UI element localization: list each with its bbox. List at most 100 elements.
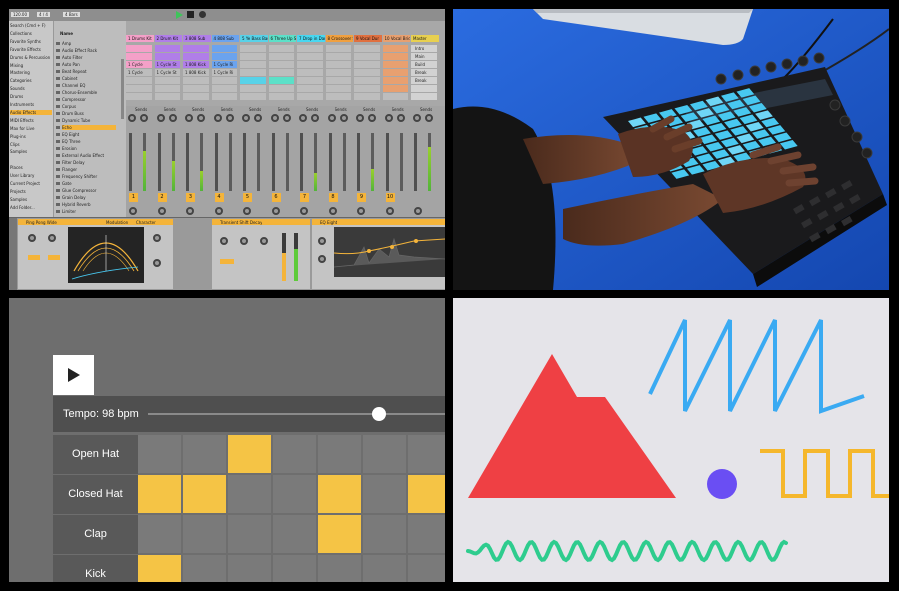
send-knob-icon[interactable] — [225, 114, 234, 122]
clip-slot[interactable] — [268, 61, 294, 68]
clip-slot[interactable] — [354, 85, 380, 92]
transport-field[interactable]: 4 / 4 — [37, 12, 50, 17]
clip-slot[interactable] — [382, 85, 408, 92]
scene-label[interactable]: Build — [415, 62, 425, 67]
knob-icon[interactable] — [260, 237, 268, 245]
browser-item[interactable]: Projects — [10, 189, 52, 194]
clip-slot[interactable] — [354, 93, 380, 100]
clip-slot[interactable] — [297, 45, 323, 52]
browser-item[interactable]: Search (Cmd + F) — [10, 23, 52, 28]
file-item[interactable]: Flanger — [62, 167, 116, 172]
track-activator[interactable]: 5 — [243, 193, 252, 202]
clip-slot[interactable] — [240, 53, 266, 60]
tempo-slider-track[interactable] — [148, 413, 445, 415]
browser-item[interactable]: MIDI Effects — [10, 118, 52, 123]
sequencer-step[interactable] — [228, 515, 271, 553]
file-item[interactable]: Auto Pan — [62, 62, 116, 67]
clip-slot[interactable] — [382, 77, 408, 84]
file-item[interactable]: Filter Delay — [62, 160, 116, 165]
sequencer-step[interactable] — [138, 555, 181, 582]
pan-knob-icon[interactable] — [214, 207, 223, 215]
browser-item[interactable]: Collections — [10, 31, 52, 36]
clip-slot[interactable] — [297, 93, 323, 100]
file-item[interactable]: Amp — [62, 41, 116, 46]
volume-fader[interactable] — [300, 133, 303, 191]
clip-slot[interactable] — [354, 61, 380, 68]
tempo-slider-thumb[interactable] — [371, 407, 386, 421]
send-knob-icon[interactable] — [396, 114, 405, 122]
clip-slot[interactable] — [354, 77, 380, 84]
file-item[interactable]: Chorus-Ensemble — [62, 90, 116, 95]
pan-knob-icon[interactable] — [157, 207, 166, 215]
volume-fader[interactable] — [414, 133, 417, 191]
clip-slot[interactable] — [183, 77, 209, 84]
clip-slot[interactable] — [126, 85, 152, 92]
clip-slot[interactable] — [297, 85, 323, 92]
clip-slot[interactable] — [411, 85, 437, 92]
send-knob-icon[interactable] — [327, 114, 336, 122]
clip-slot[interactable] — [126, 53, 152, 60]
sequencer-step[interactable] — [138, 435, 181, 473]
file-item[interactable]: Limiter — [62, 209, 116, 214]
clip-slot[interactable] — [126, 45, 152, 52]
pan-knob-icon[interactable] — [385, 207, 394, 215]
track-header[interactable]: 6 Three Up Se — [268, 35, 296, 42]
file-item[interactable]: Compressor — [62, 97, 116, 102]
pan-knob-icon[interactable] — [186, 207, 194, 215]
sequencer-step[interactable] — [183, 475, 226, 513]
knob-icon[interactable] — [28, 234, 36, 242]
clip-slot[interactable] — [240, 45, 266, 52]
volume-fader[interactable] — [129, 133, 132, 191]
device-button[interactable] — [48, 255, 60, 260]
track-activator[interactable]: 9 — [357, 193, 366, 202]
browser-item[interactable]: Places — [10, 165, 52, 170]
track-header[interactable]: 1 Drums Kit — [126, 35, 154, 42]
sequencer-step[interactable] — [318, 475, 361, 513]
pan-knob-icon[interactable] — [243, 207, 251, 215]
browser-item[interactable]: Sounds — [10, 86, 52, 91]
volume-fader[interactable] — [357, 133, 360, 191]
clip-slot[interactable] — [240, 85, 266, 92]
sequencer-step[interactable] — [363, 555, 406, 582]
browser-item[interactable]: Favorite Synths — [10, 39, 52, 44]
send-knob-icon[interactable] — [185, 114, 193, 122]
tab-character[interactable]: Character — [136, 220, 156, 225]
track-header[interactable]: Master — [411, 35, 439, 42]
clip-slot[interactable] — [154, 85, 180, 92]
browser-item[interactable]: Add Folder... — [10, 205, 52, 210]
file-item[interactable]: Echo — [62, 125, 116, 130]
clip-slot[interactable] — [268, 93, 294, 100]
volume-fader[interactable] — [328, 133, 332, 191]
file-item[interactable]: Auto Filter — [62, 55, 116, 60]
clip-slot[interactable] — [211, 77, 237, 84]
transport-field[interactable]: 4 Bars — [63, 12, 80, 17]
pan-knob-icon[interactable] — [129, 207, 137, 215]
file-item[interactable]: Grain Delay — [62, 195, 116, 200]
clip-slot[interactable] — [382, 45, 408, 52]
clip-slot[interactable] — [382, 53, 408, 60]
file-item[interactable]: Dynamic Tube — [62, 118, 116, 123]
clip-slot[interactable] — [354, 53, 380, 60]
send-knob-icon[interactable] — [168, 114, 177, 122]
file-item[interactable]: Hybrid Reverb — [62, 202, 116, 207]
send-knob-icon[interactable] — [270, 114, 279, 122]
pan-knob-icon[interactable] — [414, 207, 422, 215]
browser-item[interactable]: Instruments — [10, 102, 52, 107]
send-knob-icon[interactable] — [213, 114, 222, 122]
knob-icon[interactable] — [220, 237, 228, 245]
sequencer-step[interactable] — [363, 515, 406, 553]
clip-slot[interactable] — [183, 93, 209, 100]
track-header[interactable]: 8 Crossover Se — [325, 35, 353, 42]
knob-icon[interactable] — [318, 255, 326, 263]
knob-icon[interactable] — [318, 237, 326, 245]
file-item[interactable]: Gate — [62, 181, 116, 186]
scene-label[interactable]: Break — [415, 78, 427, 83]
clip-slot[interactable] — [268, 85, 294, 92]
sequencer-step[interactable] — [273, 475, 316, 513]
clip-slot[interactable] — [325, 77, 351, 84]
browser-item[interactable]: Categories — [10, 78, 52, 83]
clip-slot[interactable] — [154, 93, 180, 100]
sequencer-step[interactable] — [273, 555, 316, 582]
browser-item[interactable]: Favorite Effects — [10, 47, 52, 52]
send-knob-icon[interactable] — [254, 114, 262, 122]
